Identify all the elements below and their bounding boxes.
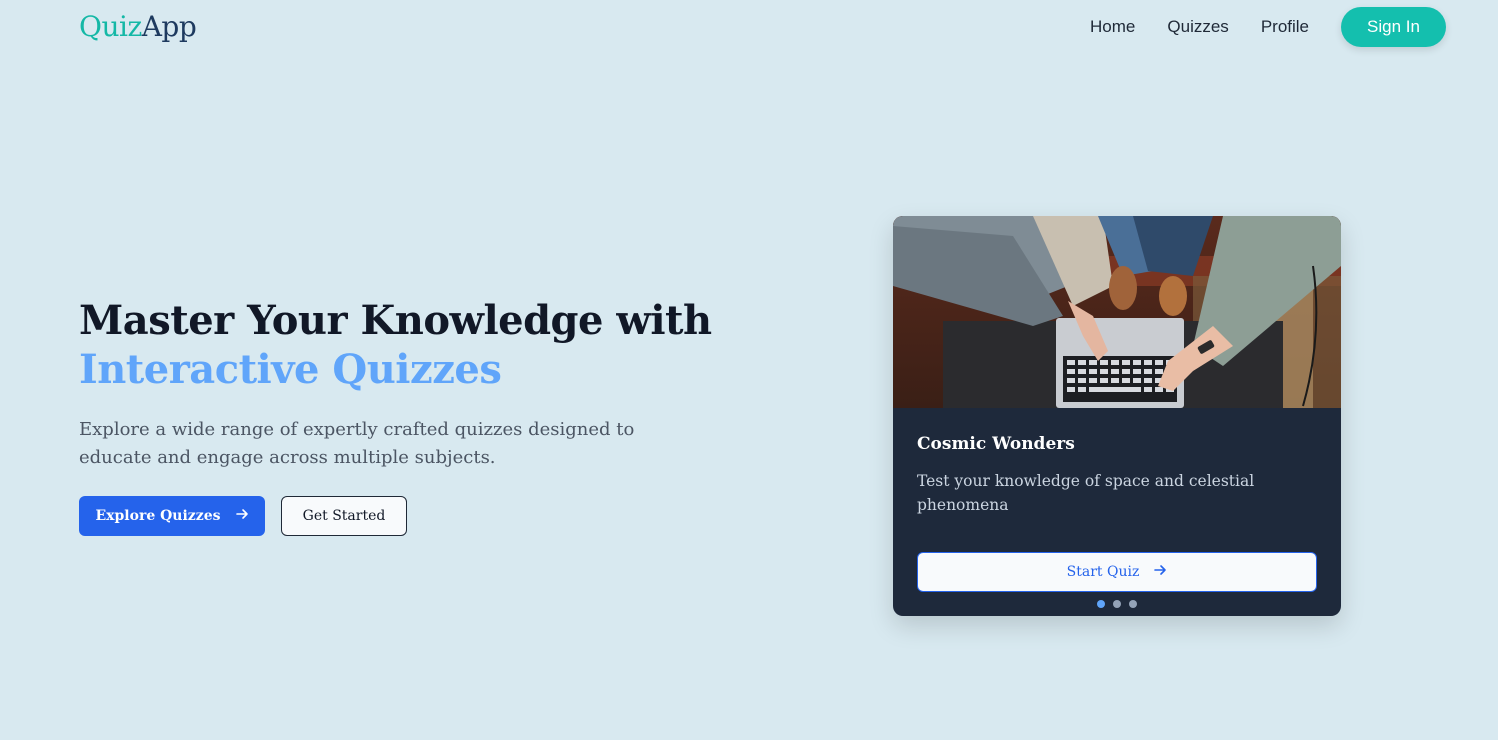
site-header: QuizApp Home Quizzes Profile Sign In: [0, 0, 1498, 54]
logo[interactable]: QuizApp: [79, 10, 197, 43]
logo-part-quiz: Quiz: [79, 10, 142, 43]
carousel-dot-3[interactable]: [1129, 600, 1137, 608]
quiz-card: Cosmic Wonders Test your knowledge of sp…: [893, 216, 1341, 616]
start-quiz-label: Start Quiz: [1066, 564, 1140, 580]
laptop-photo: [893, 216, 1341, 408]
nav-link-home[interactable]: Home: [1090, 7, 1135, 47]
logo-part-app: App: [141, 10, 197, 43]
nav-link-quizzes[interactable]: Quizzes: [1167, 7, 1228, 47]
main-nav: Home Quizzes Profile Sign In: [1090, 7, 1446, 47]
sign-in-button[interactable]: Sign In: [1341, 7, 1446, 47]
arrow-right-icon: [235, 507, 249, 525]
quiz-card-title: Cosmic Wonders: [917, 434, 1075, 454]
hero-description: Explore a wide range of expertly crafted…: [79, 419, 635, 468]
nav-link-profile[interactable]: Profile: [1261, 7, 1309, 47]
quiz-card-image: [893, 216, 1341, 408]
get-started-button[interactable]: Get Started: [281, 496, 407, 536]
hero-title: Master Your Knowledge with Interactive Q…: [79, 296, 712, 394]
carousel-dots: [893, 600, 1341, 608]
explore-quizzes-button[interactable]: Explore Quizzes: [79, 496, 265, 536]
hero-title-line1: Master Your Knowledge with: [79, 297, 712, 344]
explore-quizzes-label: Explore Quizzes: [95, 508, 221, 524]
arrow-right-icon: [1153, 563, 1167, 581]
carousel-dot-1[interactable]: [1097, 600, 1105, 608]
carousel-dot-2[interactable]: [1113, 600, 1121, 608]
hero-title-accent: Interactive Quizzes: [79, 346, 502, 393]
start-quiz-button[interactable]: Start Quiz: [917, 552, 1317, 592]
quiz-card-description: Test your knowledge of space and celesti…: [917, 472, 1255, 514]
